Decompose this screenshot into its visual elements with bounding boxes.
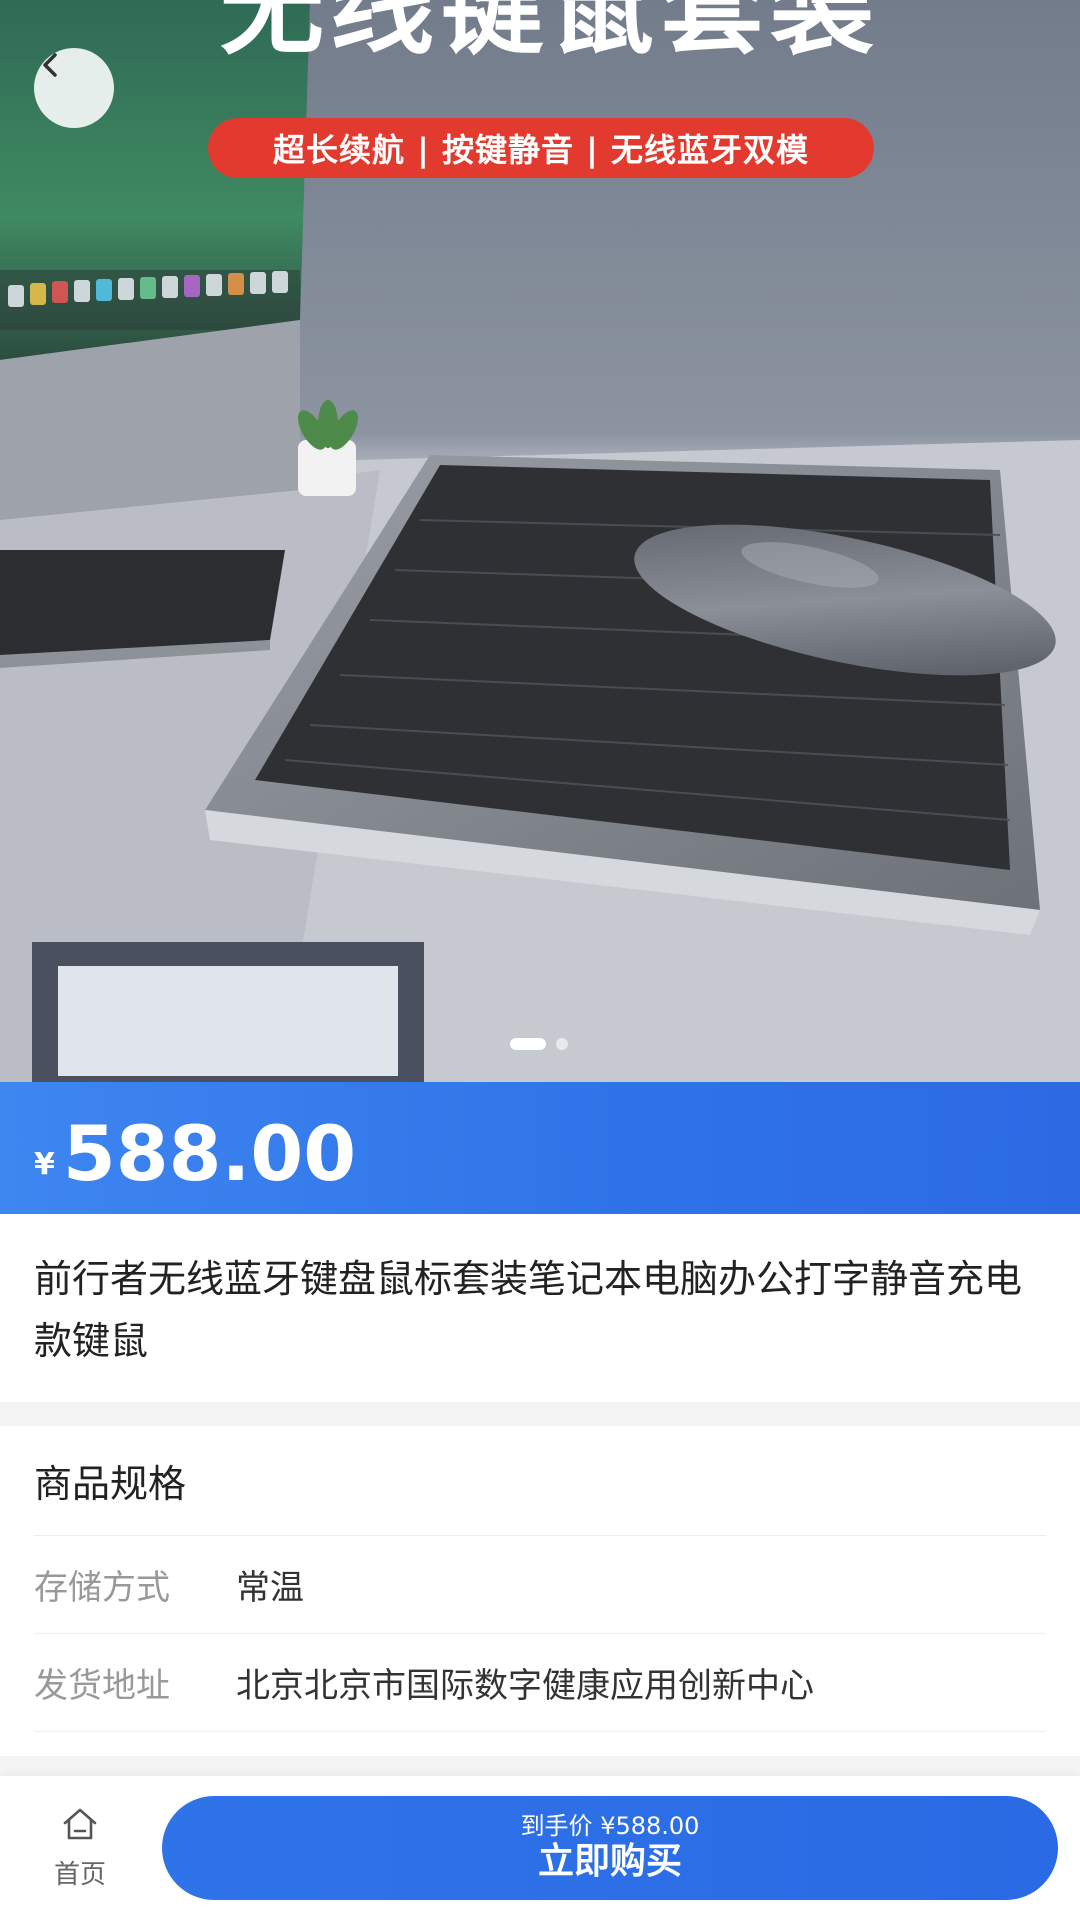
spec-label: 存储方式: [34, 1568, 170, 1608]
spec-label: 发货地址: [34, 1666, 170, 1706]
currency-symbol: ¥: [34, 1147, 55, 1182]
carousel-indicator: [510, 1038, 568, 1050]
spec-value: 北京北京市国际数字健康应用创新中心: [236, 1666, 814, 1706]
price-amount: 588.00: [62, 1109, 357, 1198]
hero-tagline: 超长续航 | 按键静音 | 无线蓝牙双模: [208, 118, 874, 178]
spec-section: 商品规格 存储方式 常温 发货地址 北京北京市国际数字健康应用创新中心: [0, 1426, 1080, 1756]
spec-row-ship-from: 发货地址 北京北京市国际数字健康应用创新中心: [34, 1634, 1046, 1732]
home-icon: [63, 1808, 97, 1840]
product-image-carousel[interactable]: 无线键鼠套装 超长续航 | 按键静音 | 无线蓝牙双模: [0, 0, 1080, 1082]
product-title-section: 前行者无线蓝牙键盘鼠标套装笔记本电脑办公打字静音充电款键鼠: [0, 1214, 1080, 1402]
home-tab-label: 首页: [53, 1860, 106, 1890]
spec-value: 常温: [236, 1568, 304, 1608]
hero-banner-title: 无线键鼠套装: [219, 0, 880, 69]
bottom-action-bar: 首页 到手价 ¥588.00 立即购买: [0, 1776, 1080, 1920]
spec-header: 商品规格: [34, 1426, 1046, 1536]
carousel-dot[interactable]: [556, 1038, 568, 1050]
back-button[interactable]: [34, 48, 114, 128]
price-bar: ¥ 588.00: [0, 1082, 1080, 1214]
product-title: 前行者无线蓝牙键盘鼠标套装笔记本电脑办公打字静音充电款键鼠: [34, 1257, 1023, 1363]
spec-row-storage: 存储方式 常温: [34, 1536, 1046, 1634]
carousel-dot-active[interactable]: [510, 1038, 546, 1050]
product-detail-page: 无线键鼠套装 超长续航 | 按键静音 | 无线蓝牙双模 ¥ 588.00 前行者…: [0, 0, 1080, 1920]
final-price-label: 到手价 ¥588.00: [520, 1812, 700, 1840]
home-tab[interactable]: 首页: [40, 1804, 120, 1894]
buy-now-button[interactable]: 到手价 ¥588.00 立即购买: [162, 1796, 1058, 1900]
buy-now-label: 立即购买: [537, 1841, 682, 1882]
chevron-left-icon: [43, 53, 57, 77]
